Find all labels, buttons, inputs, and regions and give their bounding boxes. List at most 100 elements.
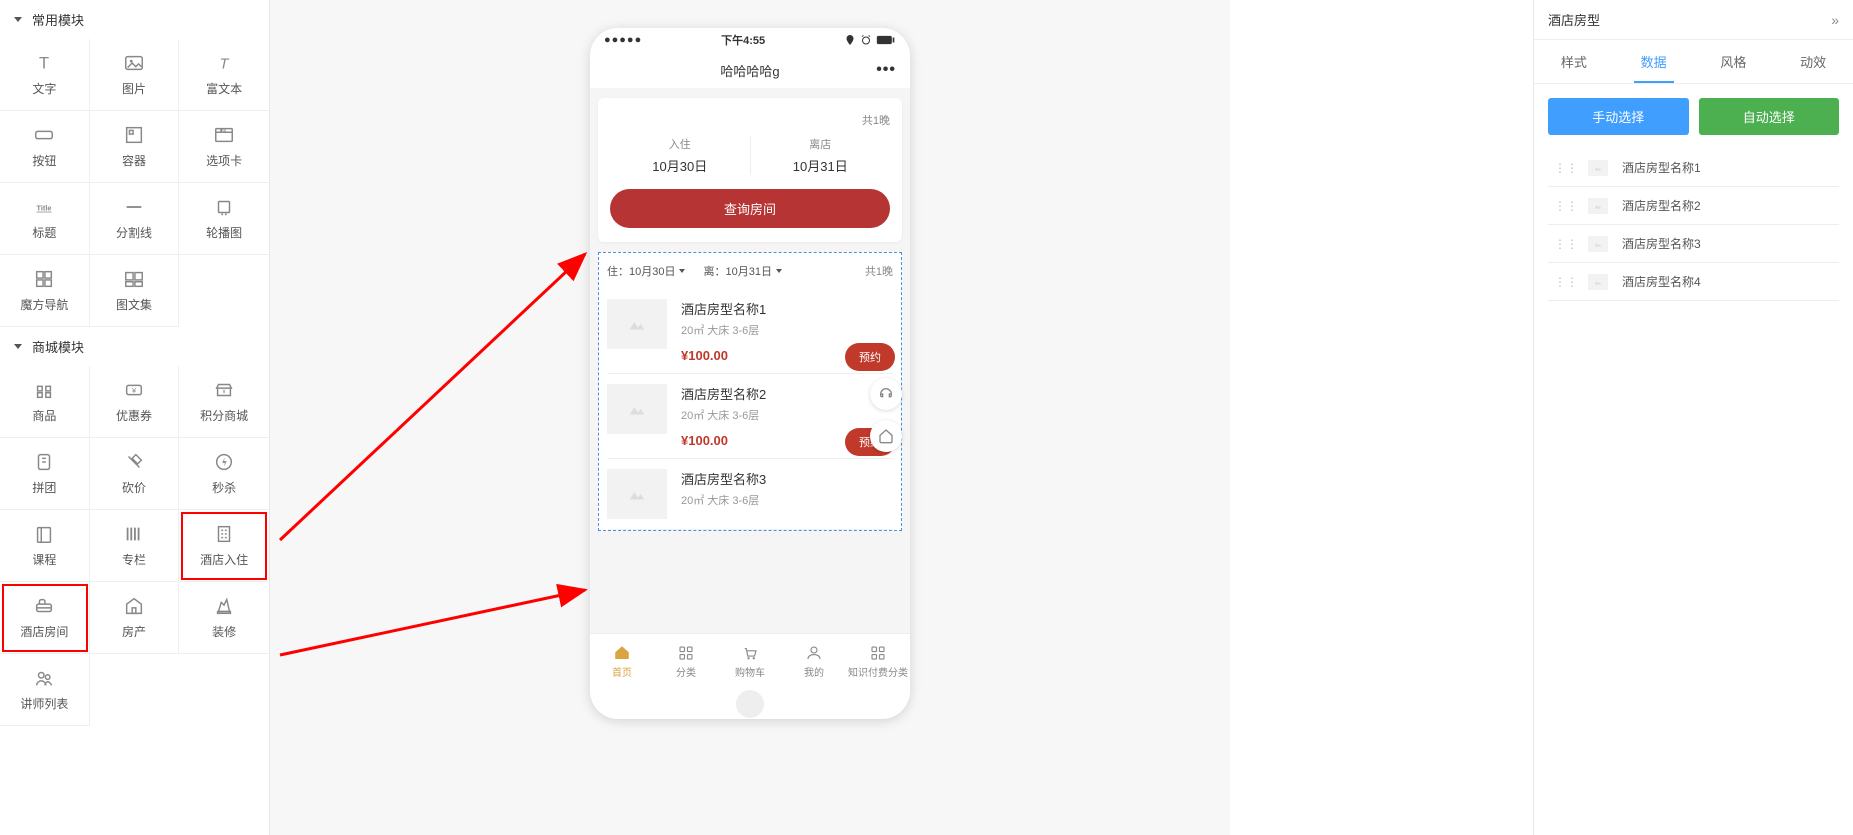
module-image[interactable]: 图片 xyxy=(90,39,180,111)
module-course[interactable]: 课程 xyxy=(0,510,90,582)
room-type-name: 酒店房型名称1 xyxy=(1622,159,1701,176)
room-thumb xyxy=(607,299,667,349)
room-name: 酒店房型名称2 xyxy=(681,384,893,403)
tab-label: 购物车 xyxy=(735,664,765,679)
tab-购物车[interactable]: 购物车 xyxy=(718,634,782,689)
module-group[interactable]: 拼团 xyxy=(0,438,90,510)
module-coupon[interactable]: ¥优惠券 xyxy=(90,366,180,438)
module-label: 分割线 xyxy=(116,224,152,241)
module-teachers[interactable]: 讲师列表 xyxy=(0,654,90,726)
right-tab-数据[interactable]: 数据 xyxy=(1614,40,1694,83)
home-icon[interactable] xyxy=(870,420,902,452)
room-item[interactable]: 酒店房型名称3 20㎡ 大床 3-6层 xyxy=(607,459,893,530)
realestate-icon xyxy=(123,595,145,617)
module-realestate[interactable]: 房产 xyxy=(90,582,180,654)
module-grid-nav[interactable]: 魔方导航 xyxy=(0,255,90,327)
hotel-room-list-card[interactable]: 住： 10月30日 离： 10月31日 共1晚 酒店房型名称1 20㎡ 大床 3… xyxy=(598,252,902,531)
room-type-row[interactable]: ⋮⋮ 酒店房型名称1 xyxy=(1548,149,1839,187)
module-button[interactable]: 按钮 xyxy=(0,111,90,183)
tab-icon xyxy=(869,644,887,662)
app-title: 哈哈哈哈g xyxy=(720,61,779,80)
room-type-row[interactable]: ⋮⋮ 酒店房型名称4 xyxy=(1548,263,1839,301)
manual-select-button[interactable]: 手动选择 xyxy=(1548,98,1689,135)
module-label: 图片 xyxy=(122,80,146,97)
section-header-common[interactable]: 常用模块 xyxy=(0,0,269,39)
module-points[interactable]: ¥积分商城 xyxy=(179,366,269,438)
room-desc: 20㎡ 大床 3-6层 xyxy=(681,322,893,338)
book-button[interactable]: 预约 xyxy=(845,343,895,371)
center-canvas: ●●●●● 下午4:55 哈哈哈哈g ••• 共1晚 入住 10月30日 xyxy=(270,0,1230,835)
teachers-icon xyxy=(33,667,55,689)
svg-text:T: T xyxy=(39,55,49,73)
module-label: 专栏 xyxy=(122,551,146,568)
bargain-icon xyxy=(123,451,145,473)
room-type-row[interactable]: ⋮⋮ 酒店房型名称3 xyxy=(1548,225,1839,263)
module-label: 装修 xyxy=(212,623,236,640)
room-desc: 20㎡ 大床 3-6层 xyxy=(681,407,893,423)
right-tab-动效[interactable]: 动效 xyxy=(1773,40,1853,83)
search-rooms-button[interactable]: 查询房间 xyxy=(610,189,890,228)
module-container[interactable]: 容器 xyxy=(90,111,180,183)
checkin-date: 10月30日 xyxy=(610,156,750,175)
checkout-col[interactable]: 离店 10月31日 xyxy=(751,136,891,175)
mall-modules-grid: 商品¥优惠券¥积分商城拼团砍价秒杀课程专栏 酒店入住酒店房间房产装修讲师列表 xyxy=(0,366,269,726)
module-divider[interactable]: 分割线 xyxy=(90,183,180,255)
drag-handle-icon[interactable]: ⋮⋮ xyxy=(1554,161,1578,175)
tab-知识付费分类[interactable]: 知识付费分类 xyxy=(846,634,910,689)
svg-text:¥: ¥ xyxy=(223,390,227,396)
room-item[interactable]: 酒店房型名称2 20㎡ 大床 3-6层 ¥100.00 预约 xyxy=(607,374,893,459)
module-hotel-checkin[interactable]: 酒店入住 xyxy=(179,510,269,582)
checkin-col[interactable]: 入住 10月30日 xyxy=(610,136,751,175)
thumb-icon xyxy=(1588,274,1608,290)
right-tabs: 样式数据风格动效 xyxy=(1534,40,1853,84)
collapse-icon[interactable]: » xyxy=(1831,12,1839,28)
section-header-mall[interactable]: 商城模块 xyxy=(0,327,269,366)
module-gallery[interactable]: 图文集 xyxy=(90,255,180,327)
status-time: 下午4:55 xyxy=(721,32,765,48)
auto-select-button[interactable]: 自动选择 xyxy=(1699,98,1840,135)
headset-icon[interactable] xyxy=(870,378,902,410)
right-tab-样式[interactable]: 样式 xyxy=(1534,40,1614,83)
flash-icon xyxy=(213,451,235,473)
phone-preview: ●●●●● 下午4:55 哈哈哈哈g ••• 共1晚 入住 10月30日 xyxy=(590,28,910,719)
svg-text:Title: Title xyxy=(37,204,52,213)
head-checkout[interactable]: 离： 10月31日 xyxy=(703,263,781,279)
tab-我的[interactable]: 我的 xyxy=(782,634,846,689)
left-sidebar: 常用模块 T 文字 图片 T富文本按钮容器TAB选项卡 Title标题分割线 轮播图魔方导… xyxy=(0,0,270,835)
module-carousel[interactable]: 轮播图 xyxy=(179,183,269,255)
gallery-icon xyxy=(123,268,145,290)
module-bargain[interactable]: 砍价 xyxy=(90,438,180,510)
module-richtext[interactable]: T富文本 xyxy=(179,39,269,111)
module-tab[interactable]: TAB选项卡 xyxy=(179,111,269,183)
selection-buttons: 手动选择 自动选择 xyxy=(1548,98,1839,135)
phone-homebar xyxy=(590,689,910,719)
module-label: 图文集 xyxy=(116,296,152,313)
module-title[interactable]: Title标题 xyxy=(0,183,90,255)
module-label: 文字 xyxy=(32,80,56,97)
module-flash[interactable]: 秒杀 xyxy=(179,438,269,510)
group-icon xyxy=(33,451,55,473)
module-text[interactable]: T 文字 xyxy=(0,39,90,111)
right-tab-风格[interactable]: 风格 xyxy=(1694,40,1774,83)
tab-首页[interactable]: 首页 xyxy=(590,634,654,689)
room-item[interactable]: 酒店房型名称1 20㎡ 大床 3-6层 ¥100.00 预约 xyxy=(607,289,893,374)
button-icon xyxy=(33,124,55,146)
points-icon: ¥ xyxy=(213,379,235,401)
more-icon[interactable]: ••• xyxy=(876,61,896,79)
drag-handle-icon[interactable]: ⋮⋮ xyxy=(1554,199,1578,213)
room-name: 酒店房型名称1 xyxy=(681,299,893,318)
drag-handle-icon[interactable]: ⋮⋮ xyxy=(1554,237,1578,251)
module-decoration[interactable]: 装修 xyxy=(179,582,269,654)
phone-tabbar: 首页分类购物车 我的知识付费分类 xyxy=(590,633,910,689)
home-button[interactable] xyxy=(736,690,764,718)
module-goods[interactable]: 商品 xyxy=(0,366,90,438)
phone-statusbar: ●●●●● 下午4:55 xyxy=(590,28,910,52)
drag-handle-icon[interactable]: ⋮⋮ xyxy=(1554,275,1578,289)
tab-分类[interactable]: 分类 xyxy=(654,634,718,689)
text-icon: T xyxy=(33,52,55,74)
module-hotel-room[interactable]: 酒店房间 xyxy=(0,582,90,654)
checkin-label: 入住 xyxy=(610,136,750,152)
head-checkin[interactable]: 住： 10月30日 xyxy=(607,263,685,279)
module-column[interactable]: 专栏 xyxy=(90,510,180,582)
room-type-row[interactable]: ⋮⋮ 酒店房型名称2 xyxy=(1548,187,1839,225)
